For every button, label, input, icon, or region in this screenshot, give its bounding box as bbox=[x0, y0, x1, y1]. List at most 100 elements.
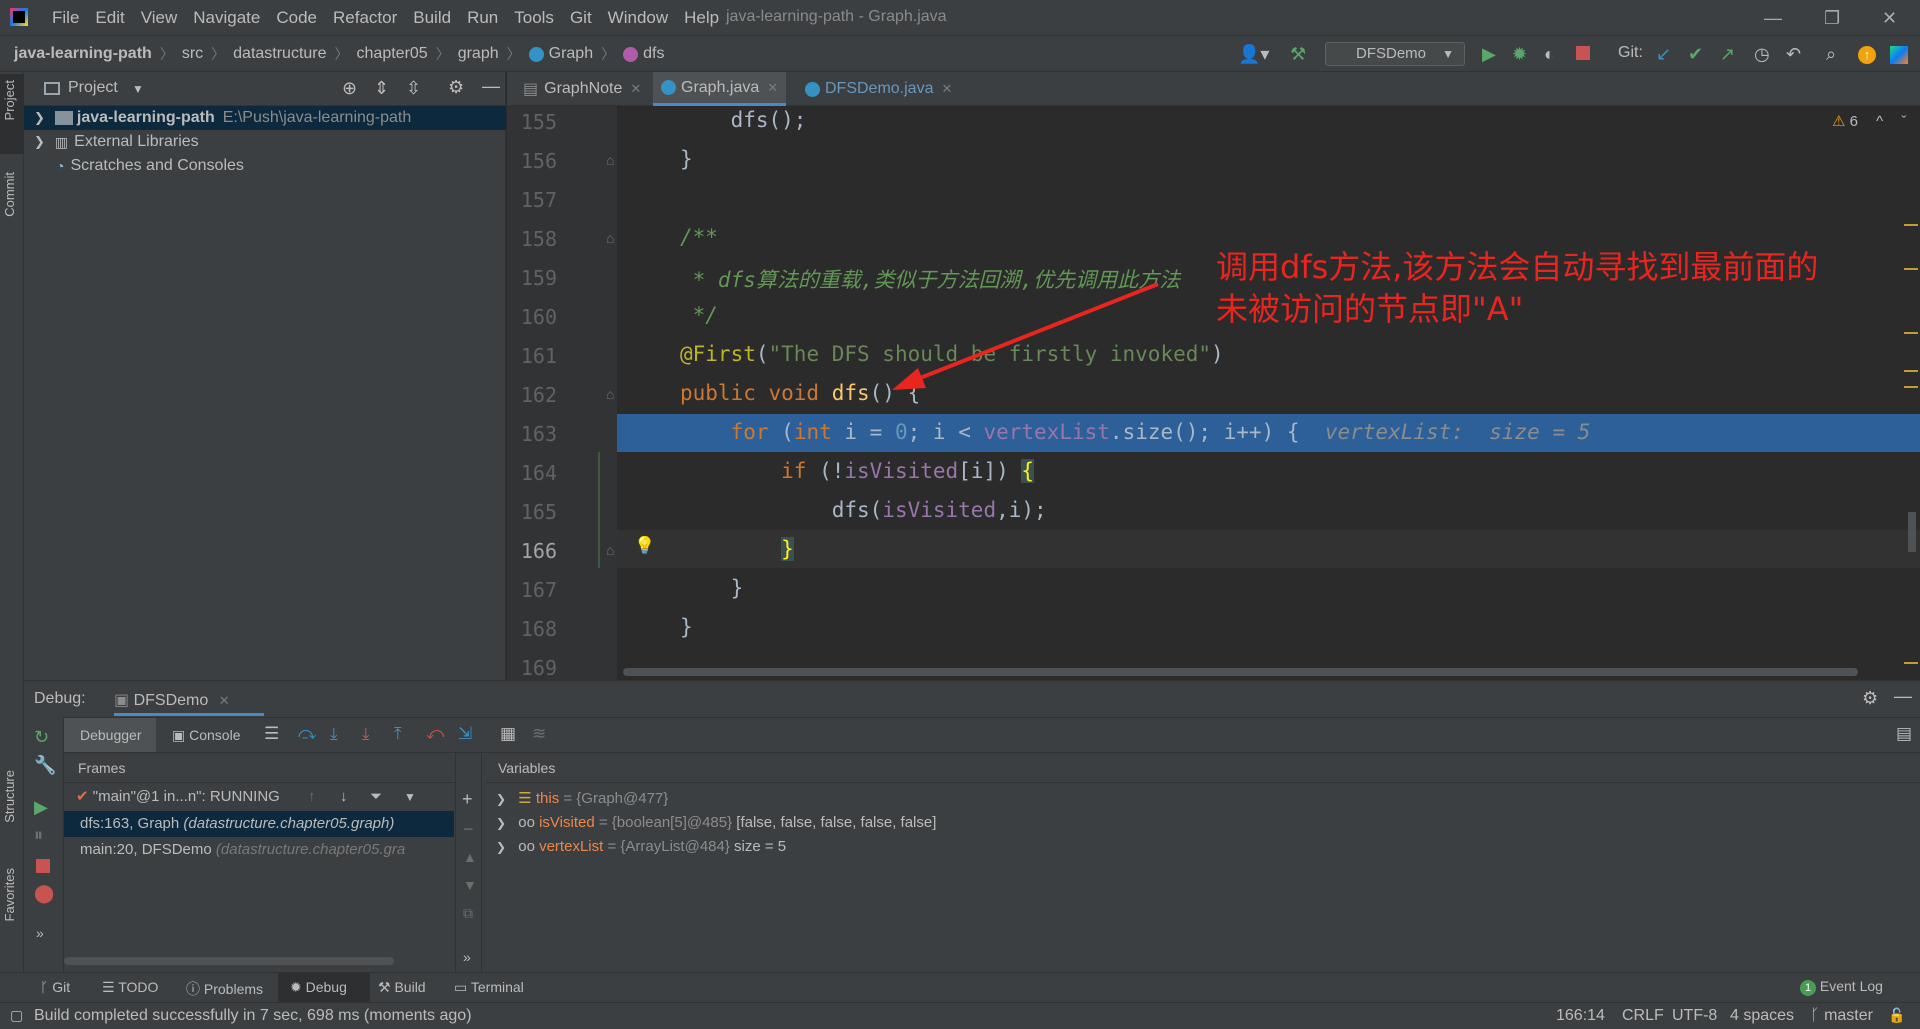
add-watch-icon[interactable]: + bbox=[462, 789, 473, 810]
tab-debugger[interactable]: Debugger bbox=[64, 718, 156, 752]
line-separator[interactable]: CRLF bbox=[1622, 1007, 1664, 1025]
breadcrumb-method[interactable]: dfs bbox=[643, 45, 664, 63]
pause-icon[interactable]: ⏸ bbox=[34, 825, 43, 846]
breadcrumb-class[interactable]: Graph bbox=[549, 45, 593, 63]
breadcrumb-src[interactable]: src bbox=[182, 45, 203, 63]
toolwin-debug[interactable]: ✹ Debug bbox=[278, 973, 370, 1002]
menu-help[interactable]: Help bbox=[676, 8, 727, 28]
move-up-icon[interactable]: ▲ bbox=[463, 849, 477, 865]
menu-file[interactable]: File bbox=[44, 8, 87, 28]
project-title[interactable]: Project bbox=[68, 79, 118, 97]
chevron-down-icon[interactable]: ˇ bbox=[1901, 113, 1906, 130]
breadcrumb-datastructure[interactable]: datastructure bbox=[233, 45, 326, 63]
fold-icon[interactable]: ⌂ bbox=[606, 230, 614, 246]
search-icon[interactable]: ⌕ bbox=[1826, 44, 1836, 65]
menu-edit[interactable]: Edit bbox=[87, 8, 132, 28]
step-over-icon[interactable]: ⤼ bbox=[298, 724, 316, 744]
chevron-right-icon[interactable]: ❯ bbox=[496, 816, 506, 830]
git-update-icon[interactable]: ↙ bbox=[1656, 44, 1671, 65]
fold-icon[interactable]: ⌂ bbox=[606, 386, 614, 402]
event-log[interactable]: 1 Event Log bbox=[1800, 978, 1883, 996]
stop-icon[interactable] bbox=[36, 859, 50, 873]
fold-icon[interactable]: ⌂ bbox=[606, 542, 614, 558]
arrow-down-icon[interactable]: ↓ bbox=[340, 783, 348, 811]
run-to-cursor-icon[interactable]: ⇲ bbox=[458, 724, 472, 744]
tree-item-scratches[interactable]: ◔ Scratches and Consoles bbox=[24, 154, 506, 178]
move-down-icon[interactable]: ▼ bbox=[463, 877, 477, 893]
remove-watch-icon[interactable]: − bbox=[463, 819, 474, 840]
tool-tab-project[interactable]: Project bbox=[2, 80, 17, 120]
chevron-up-icon[interactable]: ^ bbox=[1876, 113, 1883, 130]
menu-refactor[interactable]: Refactor bbox=[325, 8, 405, 28]
rollback-icon[interactable]: ↶ bbox=[1786, 44, 1801, 65]
hide-icon[interactable]: — bbox=[482, 76, 500, 97]
chevron-down-icon[interactable]: ▼ bbox=[132, 82, 144, 96]
breadcrumb-graph[interactable]: graph bbox=[458, 45, 499, 63]
more-icon[interactable]: » bbox=[463, 949, 471, 965]
tab-graphnote[interactable]: ▤ GraphNote ✕ bbox=[515, 72, 649, 106]
fold-icon[interactable]: ⌂ bbox=[606, 152, 614, 168]
tab-dfsdemo-java[interactable]: DFSDemo.java ✕ bbox=[797, 72, 960, 106]
menu-window[interactable]: Window bbox=[600, 8, 676, 28]
copy-icon[interactable]: ⧉ bbox=[463, 905, 473, 922]
layout-icon[interactable]: ▤ bbox=[1896, 724, 1912, 744]
tool-tab-commit[interactable]: Commit bbox=[2, 172, 17, 217]
close-tab-icon[interactable]: ✕ bbox=[219, 693, 230, 708]
breadcrumb-project[interactable]: java-learning-path bbox=[14, 45, 152, 63]
chevron-right-icon[interactable]: ❯ bbox=[34, 110, 45, 126]
git-commit-icon[interactable]: ✔ bbox=[1688, 44, 1703, 65]
breadcrumb-chapter05[interactable]: chapter05 bbox=[357, 45, 428, 63]
toolwin-build[interactable]: ⚒ Build bbox=[378, 979, 426, 996]
collapse-all-icon[interactable]: ⇳ bbox=[406, 78, 421, 99]
debug-bug-icon[interactable]: ✹ bbox=[1512, 44, 1527, 65]
update-icon[interactable]: ↑ bbox=[1858, 46, 1876, 64]
toolwin-problems[interactable]: ⓘ Problems bbox=[186, 979, 263, 999]
more-icon[interactable]: » bbox=[36, 925, 44, 941]
run-icon[interactable]: ▶ bbox=[1482, 44, 1496, 65]
close-tab-icon[interactable]: ✕ bbox=[767, 80, 778, 96]
gear-icon[interactable]: ⚙ bbox=[1862, 688, 1878, 709]
frame-row[interactable]: dfs:163, Graph (datastructure.chapter05.… bbox=[64, 811, 454, 837]
thread-selector[interactable]: ✔ "main"@1 in...n": RUNNING ↑ ↓ ⏷ ▼ bbox=[64, 783, 454, 811]
variable-row[interactable]: ❯ oo isVisited = {boolean[5]@485} [false… bbox=[486, 811, 1886, 835]
rerun-icon[interactable]: ↻ bbox=[34, 727, 49, 748]
toolwin-todo[interactable]: ☰ TODO bbox=[102, 979, 158, 996]
toolbox-icon[interactable] bbox=[1890, 46, 1908, 64]
chevron-right-icon[interactable]: ❯ bbox=[496, 792, 506, 806]
step-out-icon[interactable]: ⤒ bbox=[394, 724, 402, 744]
menu-code[interactable]: Code bbox=[268, 8, 325, 28]
coverage-icon[interactable]: ◐ bbox=[1544, 44, 1555, 65]
settings-wrench-icon[interactable]: 🔧 bbox=[34, 755, 56, 776]
stop-icon[interactable] bbox=[1576, 46, 1590, 60]
locate-icon[interactable]: ⊕ bbox=[342, 78, 357, 99]
menu-icon[interactable]: ☰ bbox=[264, 724, 279, 744]
history-icon[interactable]: ◷ bbox=[1754, 44, 1770, 65]
frames-scrollbar[interactable] bbox=[64, 957, 394, 965]
build-hammer-icon[interactable]: ⚒ bbox=[1290, 44, 1306, 65]
git-push-icon[interactable]: ↗ bbox=[1720, 44, 1735, 65]
variable-row[interactable]: ❯ oo vertexList = {ArrayList@484} size =… bbox=[486, 835, 1886, 859]
indent-setting[interactable]: 4 spaces bbox=[1730, 1007, 1794, 1025]
run-config-select[interactable]: DFSDemo ▼ bbox=[1325, 42, 1465, 66]
menu-run[interactable]: Run bbox=[459, 8, 506, 28]
caret-position[interactable]: 166:14 bbox=[1556, 1007, 1605, 1025]
tab-graph-java[interactable]: Graph.java ✕ bbox=[653, 72, 787, 106]
debug-session-tab[interactable]: ▣ DFSDemo ✕ bbox=[114, 690, 230, 710]
close-icon[interactable]: ✕ bbox=[1882, 8, 1897, 29]
tree-item-external-libraries[interactable]: ❯ ▥ External Libraries bbox=[24, 130, 506, 154]
resume-icon[interactable]: ▶ bbox=[34, 797, 48, 818]
file-encoding[interactable]: UTF-8 bbox=[1672, 1007, 1717, 1025]
close-tab-icon[interactable]: ✕ bbox=[630, 81, 641, 97]
tool-tab-favorites[interactable]: Favorites bbox=[2, 868, 17, 921]
menu-tools[interactable]: Tools bbox=[506, 8, 562, 28]
lock-icon[interactable]: 🔓 bbox=[1888, 1007, 1905, 1024]
status-panel-icon[interactable]: ▢ bbox=[10, 1007, 23, 1024]
frame-row[interactable]: main:20, DFSDemo (datastructure.chapter0… bbox=[64, 837, 454, 863]
chevron-right-icon[interactable]: ❯ bbox=[496, 840, 506, 854]
drop-frame-icon[interactable]: ⤺ bbox=[426, 724, 444, 744]
restore-icon[interactable]: ❐ bbox=[1824, 8, 1840, 29]
expand-all-icon[interactable]: ⇕ bbox=[374, 78, 389, 99]
chevron-right-icon[interactable]: ❯ bbox=[34, 134, 45, 150]
tab-console[interactable]: ▣ Console bbox=[172, 727, 241, 744]
variable-row[interactable]: ❯ ☰ this = {Graph@477} bbox=[486, 787, 1886, 811]
